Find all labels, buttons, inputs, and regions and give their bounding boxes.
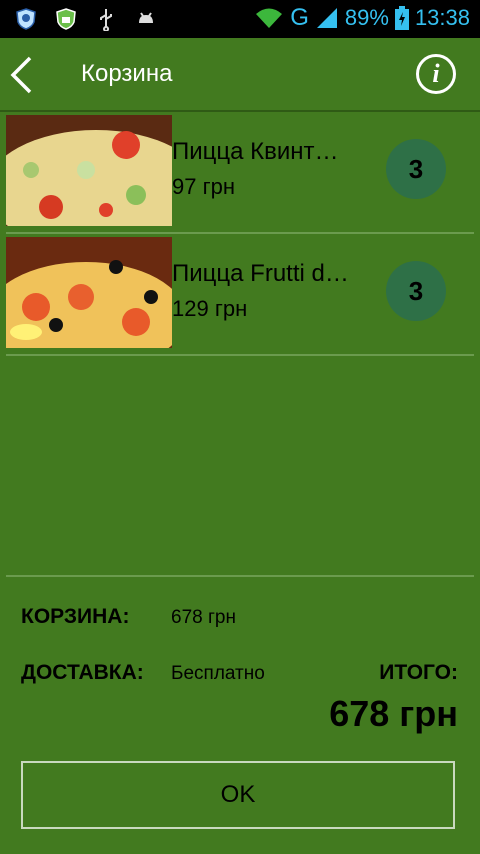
wifi-icon [256,8,283,28]
item-name: Пицца Frutti d… [172,260,349,287]
info-icon[interactable]: i [416,54,456,94]
ok-button[interactable]: OK [21,761,455,829]
cart-total-value: 678 грн [171,607,236,628]
notification-icons [14,7,158,31]
quantity-badge[interactable]: 3 [386,261,446,321]
battery-icon [394,6,409,30]
network-type: G [290,4,309,31]
summary-divider [6,575,474,577]
cart-item[interactable]: Пицца Квинт… 97 грн 3 [6,112,474,234]
total-label: ИТОГО: [379,661,458,684]
total-value: 678 грн [329,693,458,734]
action-bar: Корзина i [0,38,480,112]
back-arrow-icon[interactable] [8,55,40,95]
clock: 13:38 [414,5,470,30]
system-icons: G 89% 13:38 [254,4,470,32]
battery-percent: 89% [344,5,389,30]
usb-icon [100,9,112,31]
android-debug-icon [139,12,153,23]
pizza-image [6,115,172,226]
status-bar: G 89% 13:38 [0,0,480,38]
item-price: 97 грн [172,174,235,199]
quantity-badge[interactable]: 3 [386,139,446,199]
page-title: Корзина [81,60,173,87]
signal-icon [316,8,337,28]
cart-total-label: КОРЗИНА: [21,605,130,628]
item-name: Пицца Квинт… [172,138,339,165]
delivery-value: Бесплатно [171,663,265,684]
shield-app-icon [16,8,36,30]
pizza-image [6,237,172,348]
delivery-label: ДОСТАВКА: [21,661,144,684]
item-price: 129 грн [172,296,248,321]
cart-list: Пицца Квинт… 97 грн 3 Пицца Frutti d… 12… [6,112,474,356]
cart-item[interactable]: Пицца Frutti d… 129 грн 3 [6,234,474,356]
security-app-icon [56,8,76,30]
